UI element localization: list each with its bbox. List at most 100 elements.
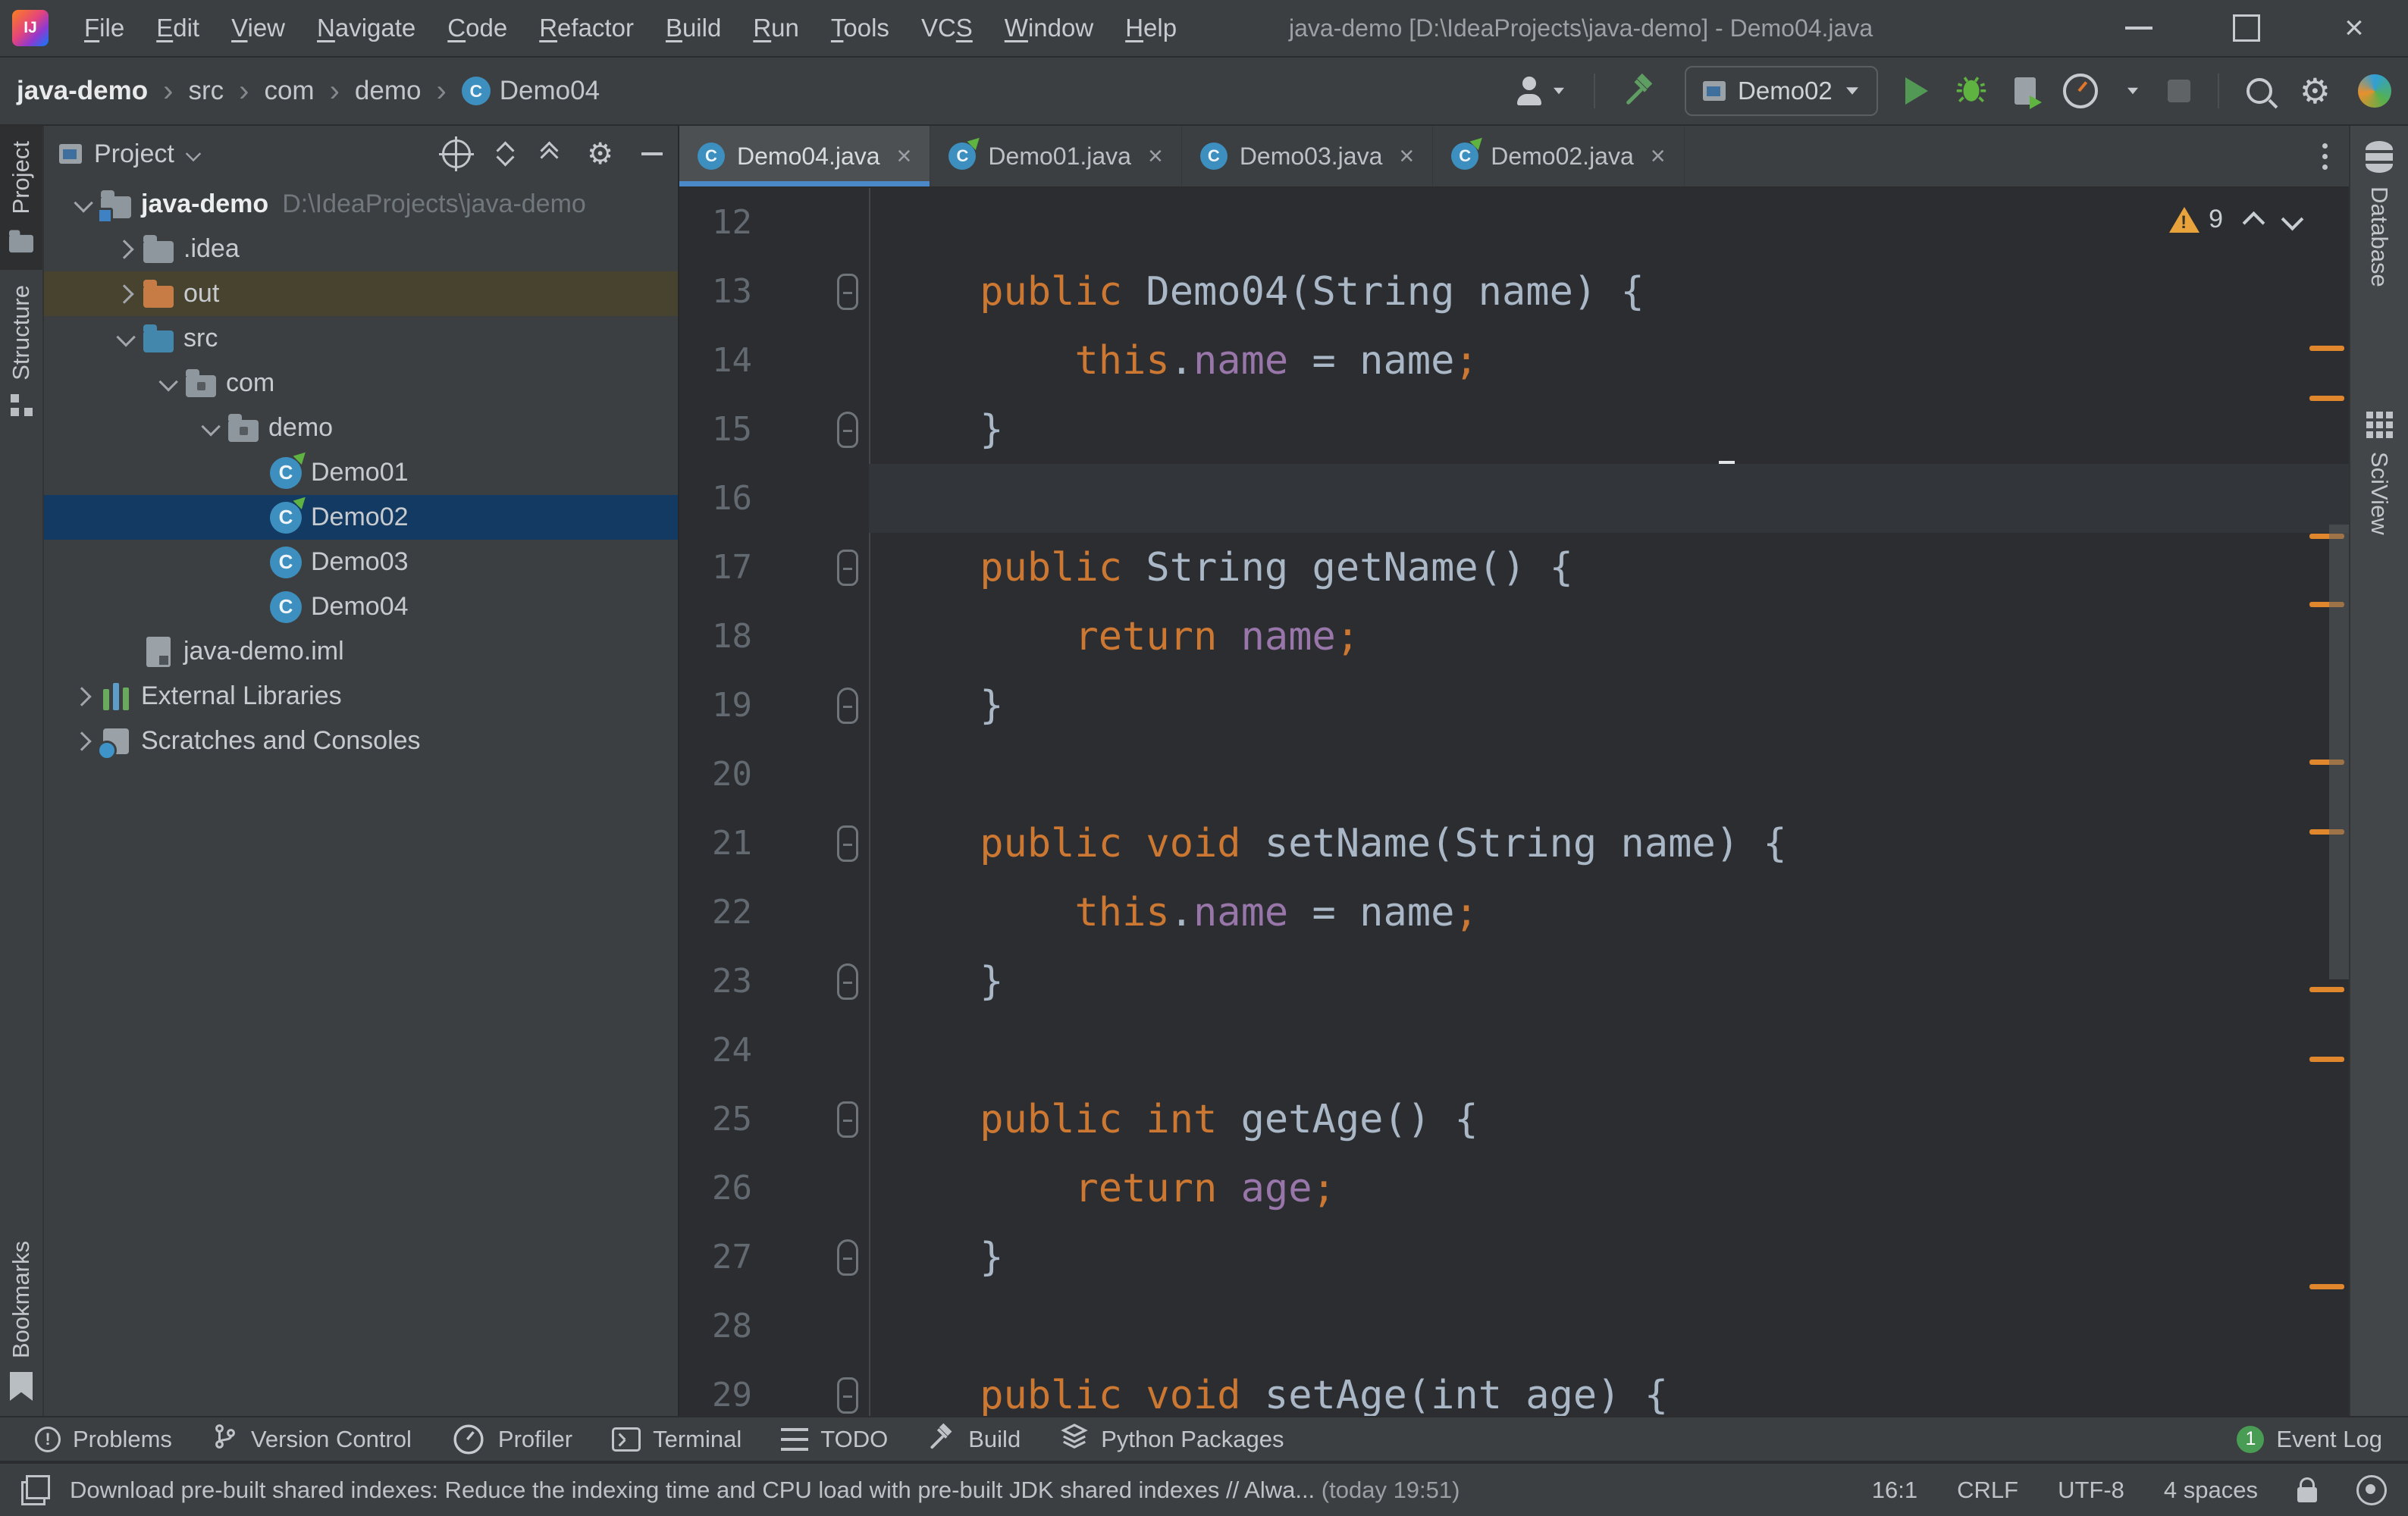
tab-close-icon[interactable] (897, 142, 912, 171)
encoding-widget[interactable]: UTF-8 (2058, 1477, 2124, 1504)
collapse-all-button[interactable] (541, 143, 559, 165)
code-editor[interactable]: 9 1213 public Demo04(String name) {14 th… (679, 188, 2349, 1416)
plugin-sphere-icon[interactable] (2358, 74, 2391, 108)
editor-scrollbar[interactable] (2329, 525, 2349, 979)
tree-item-demo02[interactable]: CDemo02 (44, 495, 678, 540)
tree-item-demo01[interactable]: CDemo01 (44, 450, 678, 495)
tool-window-button-todo[interactable]: TODO (761, 1417, 908, 1461)
stripe-button-project[interactable]: Project (0, 126, 42, 270)
panel-options-button[interactable] (587, 139, 613, 170)
tree-item-out[interactable]: out (44, 271, 678, 316)
stripe-button-database[interactable]: Database (2350, 126, 2408, 302)
tool-window-button-terminal[interactable]: Terminal (592, 1417, 761, 1461)
indent-widget[interactable]: 4 spaces (2164, 1477, 2258, 1504)
search-everywhere-button[interactable] (2247, 78, 2272, 104)
menu-item-vcs[interactable]: VCS (905, 14, 989, 42)
tab-close-icon[interactable] (1651, 142, 1666, 171)
maximize-button[interactable] (2193, 0, 2300, 56)
tree-chevron-box[interactable] (65, 198, 99, 211)
fold-end-icon[interactable] (837, 1239, 858, 1276)
tab-close-icon[interactable] (1399, 142, 1414, 171)
code-with-me-button[interactable] (1516, 77, 1566, 105)
breadcrumb-separator-icon (163, 74, 173, 108)
fold-start-icon[interactable] (837, 274, 858, 310)
tree-item-demo03[interactable]: CDemo03 (44, 540, 678, 584)
run-configuration-select[interactable]: Demo02 (1685, 66, 1878, 116)
breadcrumb-item-com[interactable]: com (264, 76, 314, 106)
fold-start-icon[interactable] (837, 550, 858, 586)
debug-button[interactable] (1955, 74, 1987, 109)
menu-item-tools[interactable]: Tools (815, 14, 905, 42)
menu-item-file[interactable]: File (68, 14, 140, 42)
stripe-button-sciview[interactable]: SciView (2350, 393, 2408, 550)
breadcrumb-item-src[interactable]: src (188, 76, 224, 106)
tree-item-demo04[interactable]: CDemo04 (44, 584, 678, 629)
tree-chevron-box[interactable] (65, 735, 99, 748)
tree-item-java-demo[interactable]: java-demoD:\IdeaProjects\java-demo (44, 182, 678, 227)
project-panel-title[interactable]: Project (94, 139, 174, 169)
profiler-button[interactable] (2063, 74, 2098, 108)
tree-chevron-box[interactable] (65, 690, 99, 703)
fold-end-icon[interactable] (837, 963, 858, 1000)
tree-chevron-box[interactable] (108, 287, 141, 301)
event-log-button[interactable]: 1 Event Log (2237, 1426, 2382, 1453)
fold-end-icon[interactable] (837, 688, 858, 724)
tool-window-button-problems[interactable]: Problems (15, 1417, 192, 1461)
expand-collapse-button[interactable] (497, 143, 515, 165)
fold-start-icon[interactable] (837, 825, 858, 862)
tree-item-scratches-and-consoles[interactable]: Scratches and Consoles (44, 719, 678, 763)
stripe-button-bookmarks[interactable]: Bookmarks (0, 1226, 42, 1416)
tree-item-demo[interactable]: demo (44, 406, 678, 450)
build-button[interactable] (1623, 72, 1657, 111)
hide-panel-button[interactable] (641, 152, 663, 155)
run-with-coverage-button[interactable] (2015, 77, 2036, 105)
menu-item-run[interactable]: Run (737, 14, 815, 42)
menu-item-view[interactable]: View (215, 14, 301, 42)
tree-item-external-libraries[interactable]: External Libraries (44, 674, 678, 719)
menu-item-edit[interactable]: Edit (140, 14, 215, 42)
tree-item--idea[interactable]: .idea (44, 227, 678, 271)
close-button[interactable]: × (2300, 0, 2408, 56)
tree-chevron-box[interactable] (193, 421, 226, 435)
tool-window-button-profiler[interactable]: Profiler (431, 1417, 592, 1461)
readonly-lock-icon[interactable] (2297, 1487, 2317, 1502)
breadcrumb-item-java-demo[interactable]: java-demo (17, 76, 148, 106)
line-separator-widget[interactable]: CRLF (1957, 1477, 2018, 1504)
run-button[interactable] (1905, 77, 1928, 105)
tree-item-src[interactable]: src (44, 316, 678, 361)
tree-chevron-box[interactable] (108, 332, 141, 346)
caret-position-widget[interactable]: 16:1 (1872, 1477, 1917, 1504)
tab-demo01-java[interactable]: CDemo01.java (930, 126, 1181, 186)
more-run-options-button[interactable] (2127, 88, 2138, 94)
menu-item-code[interactable]: Code (431, 14, 523, 42)
chevron-down-icon[interactable] (186, 146, 201, 161)
menu-item-refactor[interactable]: Refactor (523, 14, 650, 42)
stripe-button-structure[interactable]: Structure (0, 270, 42, 440)
tree-item-com[interactable]: com (44, 361, 678, 406)
status-message[interactable]: Download pre-built shared indexes: Reduc… (70, 1477, 1460, 1504)
tool-window-button-python-packages[interactable]: Python Packages (1040, 1417, 1303, 1461)
breadcrumb-item-demo04[interactable]: CDemo04 (462, 76, 600, 106)
tree-chevron-box[interactable] (150, 377, 183, 390)
settings-button[interactable] (2300, 74, 2331, 108)
tab-demo04-java[interactable]: CDemo04.java (679, 126, 930, 186)
tree-chevron-box[interactable] (108, 243, 141, 256)
tab-demo03-java[interactable]: CDemo03.java (1182, 126, 1433, 186)
menu-item-window[interactable]: Window (989, 14, 1109, 42)
status-plugin-icon[interactable] (2356, 1475, 2387, 1505)
tool-window-button-build[interactable]: Build (908, 1417, 1040, 1461)
fold-start-icon[interactable] (837, 1101, 858, 1138)
tree-item-java-demo-iml[interactable]: java-demo.iml (44, 629, 678, 674)
tab-demo02-java[interactable]: CDemo02.java (1433, 126, 1684, 186)
minimize-button[interactable] (2085, 0, 2193, 56)
select-opened-file-button[interactable] (442, 139, 471, 168)
menu-item-build[interactable]: Build (650, 14, 737, 42)
menu-item-navigate[interactable]: Navigate (301, 14, 431, 42)
fold-end-icon[interactable] (837, 412, 858, 448)
menu-item-help[interactable]: Help (1109, 14, 1193, 42)
tool-window-button-version-control[interactable]: Version Control (192, 1417, 431, 1461)
fold-start-icon[interactable] (837, 1377, 858, 1414)
tab-close-icon[interactable] (1148, 142, 1163, 171)
tab-options-icon[interactable] (2322, 154, 2328, 159)
breadcrumb-item-demo[interactable]: demo (355, 76, 422, 106)
